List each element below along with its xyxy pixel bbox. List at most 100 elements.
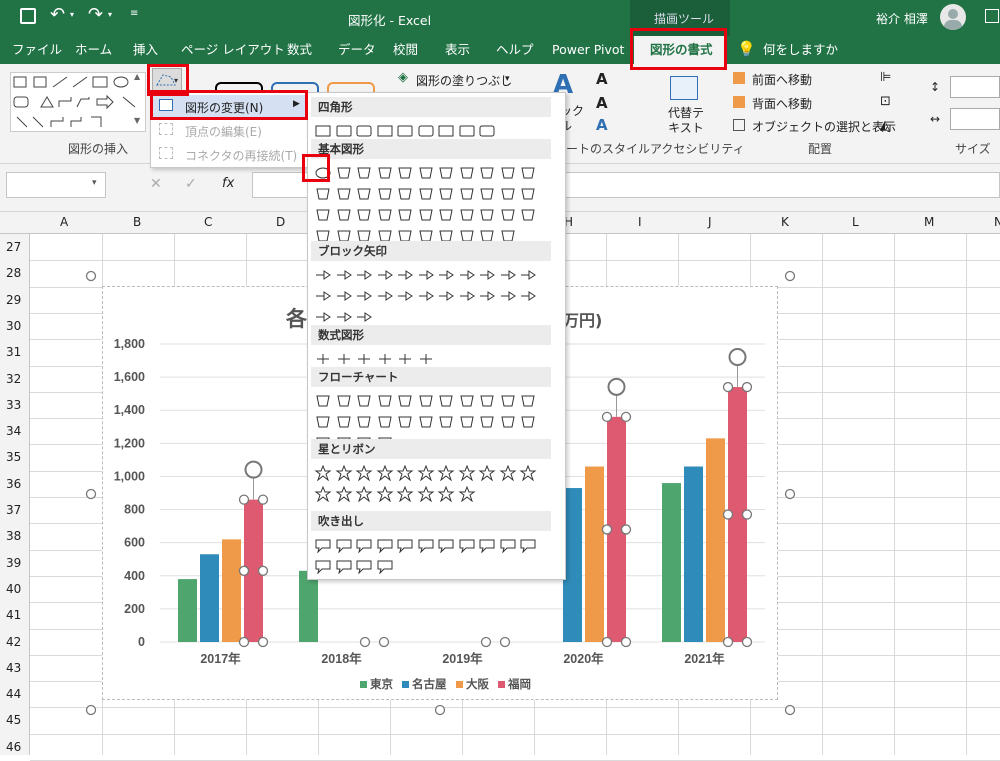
- shape-option-icon[interactable]: [314, 186, 332, 202]
- shape-option-icon[interactable]: [376, 486, 394, 502]
- shape-option-icon[interactable]: [458, 207, 476, 223]
- shape-option-icon[interactable]: [417, 207, 435, 223]
- shape-option-icon[interactable]: [458, 537, 476, 553]
- shapes-gallery[interactable]: [10, 72, 146, 132]
- col-B[interactable]: B: [133, 215, 141, 229]
- undo-dropdown-icon[interactable]: ▾: [70, 10, 74, 19]
- shape-option-icon[interactable]: [437, 267, 455, 283]
- shape-option-icon[interactable]: [417, 186, 435, 202]
- row-45[interactable]: 45: [6, 713, 21, 727]
- rotate-icon[interactable]: ◭: [880, 118, 890, 133]
- tab-data[interactable]: データ: [338, 36, 376, 64]
- shape-option-icon[interactable]: [335, 165, 353, 181]
- shape-option-icon[interactable]: [355, 288, 373, 304]
- shape-option-icon[interactable]: [478, 465, 496, 481]
- shape-option-icon[interactable]: [335, 309, 353, 325]
- shape-option-icon[interactable]: [355, 309, 373, 325]
- tab-insert[interactable]: 挿入: [133, 36, 158, 64]
- shape-option-icon[interactable]: [335, 558, 353, 574]
- insert-function-button[interactable]: fx: [222, 176, 234, 191]
- shape-option-icon[interactable]: [417, 351, 435, 367]
- shape-option-icon[interactable]: [519, 207, 537, 223]
- shape-option-icon[interactable]: [314, 465, 332, 481]
- shape-option-icon[interactable]: [314, 558, 332, 574]
- shape-option-icon[interactable]: [355, 267, 373, 283]
- shape-option-icon[interactable]: [335, 351, 353, 367]
- shape-option-icon[interactable]: [458, 267, 476, 283]
- tab-file[interactable]: ファイル: [12, 36, 62, 64]
- menu-item-reroute-connectors[interactable]: コネクタの再接続(T): [153, 143, 305, 165]
- shape-option-icon[interactable]: [355, 165, 373, 181]
- shape-option-icon[interactable]: [437, 207, 455, 223]
- col-I[interactable]: I: [638, 215, 642, 229]
- shape-option-icon[interactable]: [499, 165, 517, 181]
- shape-option-icon[interactable]: [355, 186, 373, 202]
- shape-option-icon[interactable]: [396, 465, 414, 481]
- shape-option-icon[interactable]: [314, 537, 332, 553]
- col-L[interactable]: L: [852, 215, 859, 229]
- shape-option-icon[interactable]: [335, 288, 353, 304]
- shape-option-icon[interactable]: [355, 537, 373, 553]
- shape-option-icon[interactable]: [396, 207, 414, 223]
- align-icon[interactable]: ⊫: [880, 70, 891, 85]
- row-40[interactable]: 40: [6, 582, 21, 596]
- shape-option-icon[interactable]: [437, 123, 455, 139]
- group-objects-icon[interactable]: ⊡: [880, 94, 891, 109]
- shape-option-icon[interactable]: [355, 414, 373, 430]
- shape-option-icon[interactable]: [335, 393, 353, 409]
- shape-option-icon[interactable]: [314, 309, 332, 325]
- shape-option-icon[interactable]: [355, 393, 373, 409]
- shape-option-icon[interactable]: [396, 288, 414, 304]
- shape-option-icon[interactable]: [437, 186, 455, 202]
- name-box[interactable]: [6, 172, 106, 198]
- shape-option-icon[interactable]: [376, 165, 394, 181]
- row-43[interactable]: 43: [6, 661, 21, 675]
- send-backward-button[interactable]: 背面へ移動: [752, 95, 812, 112]
- user-name[interactable]: 裕介 相澤: [876, 10, 928, 27]
- undo-icon[interactable]: ↶: [50, 4, 65, 25]
- shape-option-icon[interactable]: [499, 414, 517, 430]
- customize-qat-icon[interactable]: ≡: [130, 8, 138, 19]
- shape-option-icon[interactable]: [376, 351, 394, 367]
- shape-option-icon[interactable]: [458, 393, 476, 409]
- tab-help[interactable]: ヘルプ: [496, 36, 534, 64]
- shape-option-icon[interactable]: [417, 486, 435, 502]
- shape-option-icon[interactable]: [437, 393, 455, 409]
- row-36[interactable]: 36: [6, 477, 21, 491]
- shape-option-icon[interactable]: [314, 393, 332, 409]
- menu-item-change-shape[interactable]: 図形の変更(N) ▶: [153, 95, 305, 117]
- shape-option-icon[interactable]: [417, 123, 435, 139]
- shape-option-icon[interactable]: [437, 486, 455, 502]
- row-34[interactable]: 34: [6, 424, 21, 438]
- row-35[interactable]: 35: [6, 450, 21, 464]
- height-input[interactable]: [950, 76, 1000, 98]
- shape-option-icon[interactable]: [437, 537, 455, 553]
- col-C[interactable]: C: [204, 215, 212, 229]
- tab-shape-format[interactable]: 図形の書式: [650, 36, 713, 64]
- shape-option-icon[interactable]: [314, 486, 332, 502]
- row-31[interactable]: 31: [6, 345, 21, 359]
- row-33[interactable]: 33: [6, 398, 21, 412]
- row-27[interactable]: 27: [6, 240, 21, 254]
- edit-shape-button[interactable]: ▾: [152, 68, 182, 92]
- col-K[interactable]: K: [781, 215, 789, 229]
- selection-pane-button[interactable]: オブジェクトの選択と表示: [752, 118, 896, 135]
- shape-option-icon[interactable]: [314, 267, 332, 283]
- shape-option-icon[interactable]: [376, 267, 394, 283]
- shape-option-icon[interactable]: [499, 288, 517, 304]
- gallery-expand-icon[interactable]: ▼: [134, 116, 140, 125]
- shape-option-icon[interactable]: [417, 267, 435, 283]
- redo-dropdown-icon[interactable]: ▾: [108, 10, 112, 19]
- shape-option-icon[interactable]: [417, 165, 435, 181]
- shape-option-icon[interactable]: [396, 537, 414, 553]
- shape-option-icon[interactable]: [458, 165, 476, 181]
- shape-option-icon[interactable]: [437, 288, 455, 304]
- shape-option-icon[interactable]: [437, 465, 455, 481]
- shape-option-icon[interactable]: [376, 186, 394, 202]
- shape-option-icon[interactable]: [417, 537, 435, 553]
- shape-option-icon[interactable]: [458, 123, 476, 139]
- shape-option-icon[interactable]: [335, 537, 353, 553]
- shape-option-icon[interactable]: [355, 207, 373, 223]
- shape-option-icon[interactable]: [396, 186, 414, 202]
- row-41[interactable]: 41: [6, 608, 21, 622]
